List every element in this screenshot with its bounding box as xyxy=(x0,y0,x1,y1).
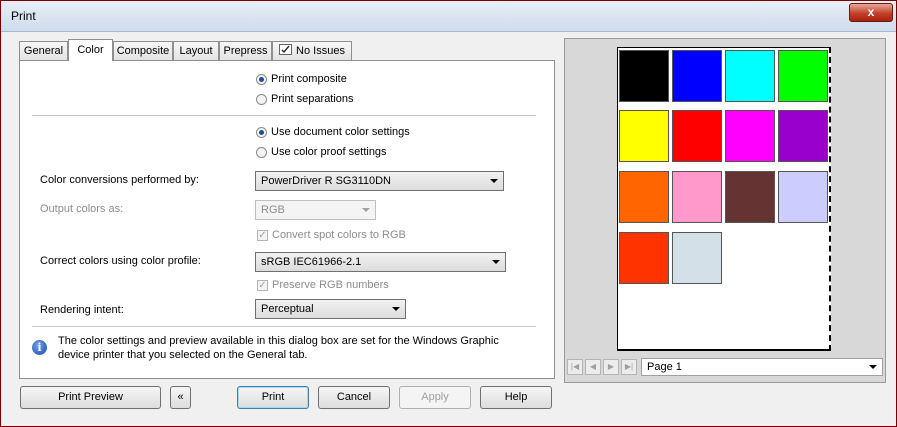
print-separations-label: Print separations xyxy=(271,93,354,105)
tab-prepress[interactable]: Prepress xyxy=(219,41,272,60)
previous-page-icon[interactable]: ◀ xyxy=(585,359,601,375)
print-composite-radio[interactable]: Print composite xyxy=(256,73,347,85)
tab-layout-label: Layout xyxy=(179,45,213,57)
collapse-preview-button[interactable]: « xyxy=(170,386,191,409)
color-profile-value: sRGB IEC61966-2.1 xyxy=(261,256,362,268)
color-swatch xyxy=(778,171,828,223)
first-page-icon[interactable]: |◀ xyxy=(567,359,583,375)
convert-spot-colors-label: Convert spot colors to RGB xyxy=(272,229,406,241)
last-page-icon[interactable]: ▶| xyxy=(621,359,637,375)
tab-composite[interactable]: Composite xyxy=(113,41,173,60)
apply-button: Apply xyxy=(399,386,471,409)
print-dialog: Print x General Color Composite Layout P… xyxy=(0,0,897,427)
tab-prepress-label: Prepress xyxy=(223,45,268,57)
checklist-icon xyxy=(279,44,293,55)
info-text-line-1: The color settings and preview available… xyxy=(58,335,499,347)
use-color-proof-settings-label: Use color proof settings xyxy=(271,146,387,158)
chevron-down-icon xyxy=(362,208,370,212)
tab-no-issues-label: No Issues xyxy=(296,45,345,57)
print-separations-radio[interactable]: Print separations xyxy=(256,93,354,105)
color-swatch xyxy=(778,50,828,102)
use-document-color-settings-label: Use document color settings xyxy=(271,126,410,138)
radio-indicator xyxy=(256,93,267,105)
tab-general-label: General xyxy=(23,45,64,57)
color-swatch xyxy=(725,110,775,162)
preserve-rgb-checkbox: ✓ Preserve RGB numbers xyxy=(257,279,389,291)
divider xyxy=(32,115,536,116)
color-swatch xyxy=(672,50,722,102)
color-swatch xyxy=(672,232,722,284)
print-preview-button[interactable]: Print Preview xyxy=(20,386,161,409)
page-select-value: Page 1 xyxy=(647,361,682,373)
tab-layout[interactable]: Layout xyxy=(173,41,219,60)
page-select[interactable]: Page 1 xyxy=(641,358,883,376)
double-chevron-left-icon: « xyxy=(177,391,184,403)
print-composite-label: Print composite xyxy=(271,73,347,85)
color-conversions-value: PowerDriver R SG3110DN xyxy=(261,175,392,187)
color-profile-select[interactable]: sRGB IEC61966-2.1 xyxy=(255,252,506,272)
tab-color[interactable]: Color xyxy=(68,39,113,61)
chevron-down-icon xyxy=(490,179,498,183)
output-colors-label: Output colors as: xyxy=(40,203,124,215)
color-swatch xyxy=(619,232,669,284)
color-swatch xyxy=(619,50,669,102)
chevron-down-icon xyxy=(492,260,500,264)
color-conversions-select[interactable]: PowerDriver R SG3110DN xyxy=(255,171,504,191)
checkbox-checked-indicator: ✓ xyxy=(257,229,268,241)
color-swatch xyxy=(725,171,775,223)
color-swatch xyxy=(672,110,722,162)
checkbox-checked-indicator: ✓ xyxy=(257,279,268,291)
help-button[interactable]: Help xyxy=(480,386,552,409)
chevron-down-icon xyxy=(869,365,877,369)
correct-colors-label: Correct colors using color profile: xyxy=(40,255,201,267)
tab-color-label: Color xyxy=(77,44,104,56)
chevron-down-icon xyxy=(392,307,400,311)
info-text-line-2: device printer that you selected on the … xyxy=(58,349,308,361)
radio-indicator xyxy=(256,146,267,158)
output-colors-select: RGB xyxy=(255,200,376,220)
output-colors-value: RGB xyxy=(261,204,285,216)
rendering-intent-select[interactable]: Perceptual xyxy=(255,299,406,319)
tab-composite-label: Composite xyxy=(116,45,170,57)
print-button[interactable]: Print xyxy=(237,386,309,409)
convert-spot-colors-checkbox: ✓ Convert spot colors to RGB xyxy=(257,229,406,241)
tab-general[interactable]: General xyxy=(19,41,68,60)
radio-selected-indicator xyxy=(256,73,267,85)
title-bar: Print x xyxy=(1,1,896,32)
color-swatch xyxy=(778,110,828,162)
radio-selected-indicator xyxy=(256,126,267,138)
divider xyxy=(32,326,536,327)
rendering-intent-value: Perceptual xyxy=(261,303,314,315)
next-page-icon[interactable]: ▶ xyxy=(603,359,619,375)
color-swatch xyxy=(619,110,669,162)
preserve-rgb-label: Preserve RGB numbers xyxy=(272,279,389,291)
window-title: Print xyxy=(11,9,36,23)
use-color-proof-settings-radio[interactable]: Use color proof settings xyxy=(256,146,387,158)
info-icon: i xyxy=(32,340,47,355)
tab-no-issues[interactable]: No Issues xyxy=(272,41,352,60)
color-conversions-label: Color conversions performed by: xyxy=(40,174,199,186)
cancel-button[interactable]: Cancel xyxy=(318,386,390,409)
rendering-intent-label: Rendering intent: xyxy=(40,304,124,316)
color-swatch xyxy=(725,50,775,102)
use-document-color-settings-radio[interactable]: Use document color settings xyxy=(256,126,410,138)
color-swatch xyxy=(619,171,669,223)
close-button[interactable]: x xyxy=(849,3,893,22)
color-swatch xyxy=(672,171,722,223)
